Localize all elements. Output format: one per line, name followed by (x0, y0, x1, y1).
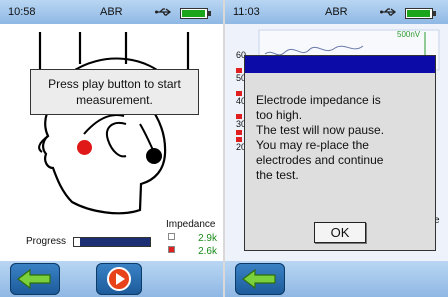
start-measurement-message: Press play button to start measurement. (30, 69, 199, 115)
dialog-line: The test will now pause. (256, 123, 385, 137)
impedance-value: 2.6k (198, 246, 217, 257)
status-bar: 10:58 ABR (0, 0, 223, 24)
channel-marker (236, 91, 242, 96)
impedance-row: 2.6k (168, 246, 217, 257)
dialog-line: Electrode impedance is (256, 93, 381, 107)
impedance-swatch (168, 246, 175, 253)
status-title: ABR (100, 6, 123, 18)
channel-marker (236, 130, 242, 135)
left-device-screen: 10:58 ABR Press play button to start mea… (0, 0, 223, 297)
dialog-line: the test. (256, 168, 299, 182)
black-electrode-dot (146, 148, 162, 164)
impedance-row: 2.9k (168, 233, 217, 244)
status-time: 11:03 (233, 6, 260, 18)
right-device-screen: 11:03 ABR 500nV 60 50 40 30 20 e Electro… (225, 0, 448, 297)
impedance-value: 2.9k (198, 233, 217, 244)
back-arrow-icon (17, 268, 51, 290)
dialog-message: Electrode impedance is too high. The tes… (256, 93, 432, 183)
back-button[interactable] (235, 263, 285, 295)
progress-label: Progress (26, 236, 67, 247)
usb-icon (380, 8, 397, 16)
back-arrow-icon (242, 268, 276, 290)
play-icon (107, 267, 131, 291)
red-electrode-dot (77, 140, 92, 155)
head-electrode-illustration (38, 32, 190, 215)
impedance-swatch (168, 233, 175, 240)
status-title: ABR (325, 6, 348, 18)
progress-bar (73, 237, 151, 247)
channel-marker (236, 68, 242, 73)
back-button[interactable] (10, 263, 60, 295)
usb-icon (155, 8, 172, 16)
bottom-toolbar (0, 261, 223, 297)
status-time: 10:58 (8, 6, 36, 18)
dialog-header (245, 56, 435, 73)
ok-button[interactable]: OK (314, 222, 366, 243)
channel-marker (236, 137, 242, 142)
battery-icon (180, 8, 211, 19)
status-bar: 11:03 ABR (225, 0, 448, 24)
dialog-line: too high. (256, 108, 303, 122)
channel-marker (236, 114, 242, 119)
play-button[interactable] (96, 263, 142, 295)
dialog-line: electrodes and continue (256, 153, 384, 167)
bottom-toolbar (225, 261, 448, 297)
scale-label: 500nV (397, 30, 421, 39)
dialog-line: You may re-place the (256, 138, 369, 152)
impedance-warning-dialog: Electrode impedance is too high. The tes… (244, 55, 436, 251)
battery-icon (405, 8, 436, 19)
progress-bar-fill (74, 238, 81, 246)
impedance-title: Impedance (166, 219, 216, 230)
